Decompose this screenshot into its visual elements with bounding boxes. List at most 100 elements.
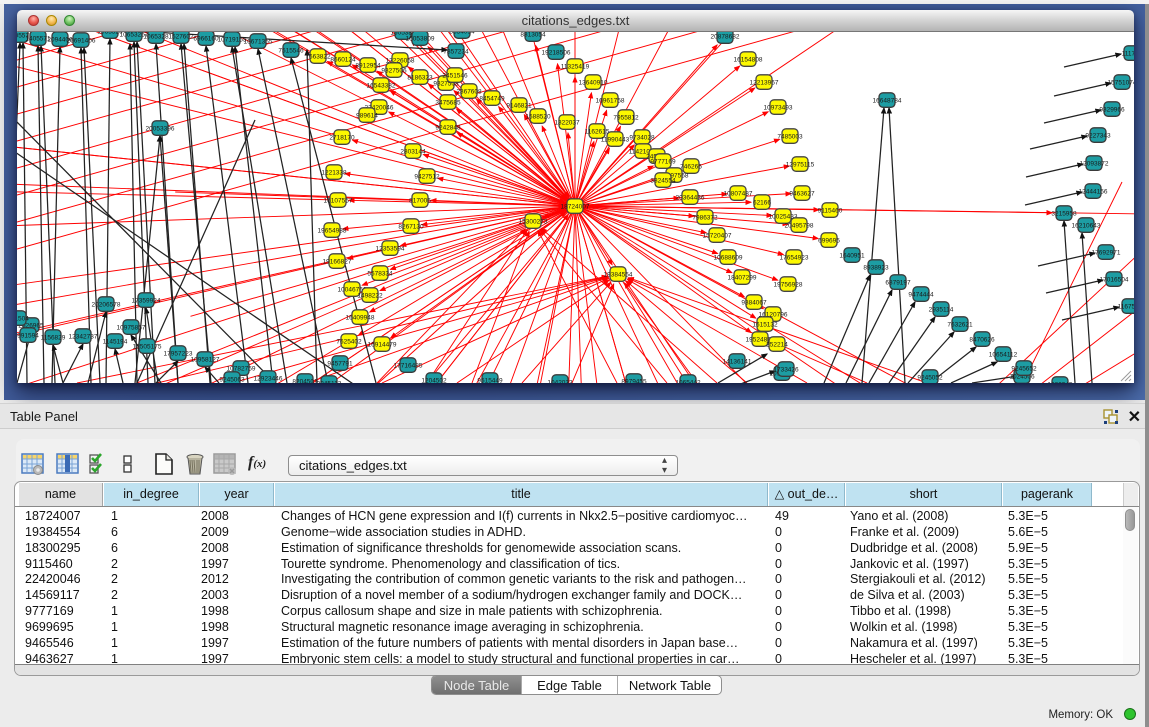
svg-text:10975857: 10975857: [117, 324, 146, 331]
svg-text:16914479: 16914479: [368, 341, 397, 348]
svg-text:10719155: 10719155: [218, 36, 247, 43]
svg-text:2718170: 2718170: [329, 134, 355, 141]
svg-text:16543382: 16543382: [367, 82, 396, 89]
svg-text:10807487: 10807487: [724, 190, 753, 197]
svg-text:1156829: 1156829: [41, 334, 66, 341]
svg-text:20878682: 20878682: [711, 33, 740, 40]
svg-text:20206578: 20206578: [92, 301, 121, 308]
svg-text:19654988: 19654988: [318, 227, 347, 234]
svg-text:7515546: 7515546: [278, 47, 304, 54]
svg-text:15751074: 15751074: [1108, 79, 1134, 86]
svg-text:8470626: 8470626: [969, 336, 995, 343]
svg-text:16671355: 16671355: [244, 38, 273, 45]
svg-text:2803144: 2803144: [400, 148, 426, 155]
svg-text:9245052: 9245052: [917, 374, 943, 381]
svg-text:1221338: 1221338: [321, 169, 347, 176]
svg-text:14136141: 14136141: [723, 358, 752, 365]
svg-text:981504: 981504: [17, 315, 29, 322]
svg-text:1145194: 1145194: [103, 338, 128, 345]
svg-text:15720407: 15720407: [703, 232, 732, 239]
svg-text:19218506: 19218506: [542, 49, 571, 56]
svg-text:12342737: 12342737: [69, 333, 98, 340]
svg-text:16409948: 16409948: [346, 314, 375, 321]
svg-text:20691406: 20691406: [67, 37, 96, 44]
svg-text:1620945: 1620945: [1047, 381, 1073, 383]
svg-text:9245113: 9245113: [317, 380, 342, 383]
svg-text:9777169: 9777169: [650, 158, 676, 165]
svg-text:20364436: 20364436: [676, 194, 705, 201]
svg-text:8912954: 8912954: [355, 62, 381, 69]
svg-text:2451546: 2451546: [442, 72, 468, 79]
svg-text:1042033: 1042033: [547, 379, 573, 383]
svg-text:18407299: 18407299: [728, 274, 757, 281]
svg-text:17359924: 17359924: [132, 297, 161, 304]
svg-text:8454749: 8454749: [479, 95, 505, 102]
svg-text:9515449: 9515449: [477, 377, 503, 383]
svg-text:17016504: 17016504: [1100, 276, 1129, 283]
svg-text:11990443: 11990443: [601, 136, 630, 143]
svg-text:19166827: 19166827: [323, 258, 352, 265]
svg-text:16154808: 16154808: [734, 56, 763, 63]
svg-text:9457791: 9457791: [327, 360, 353, 367]
svg-text:7857234: 7857234: [443, 48, 469, 55]
svg-text:3475685: 3475685: [435, 99, 461, 106]
svg-text:9245063: 9245063: [219, 376, 245, 383]
svg-text:8660124: 8660124: [330, 56, 356, 63]
svg-text:991594: 991594: [17, 332, 39, 339]
svg-text:9327506: 9327506: [381, 67, 407, 74]
svg-text:252214: 252214: [766, 341, 788, 348]
svg-text:746266: 746266: [680, 163, 702, 170]
svg-text:12505175: 12505175: [133, 343, 162, 350]
svg-text:16053809: 16053809: [406, 35, 435, 42]
svg-text:12213967: 12213967: [750, 79, 779, 86]
svg-text:19756928: 19756928: [774, 281, 803, 288]
svg-text:2367608: 2367608: [456, 88, 482, 95]
svg-text:7955812: 7955812: [613, 114, 639, 121]
svg-text:8267130: 8267130: [398, 223, 424, 230]
svg-text:20495798: 20495798: [785, 222, 814, 229]
svg-text:18724007: 18724007: [561, 203, 590, 210]
svg-text:7986372: 7986372: [692, 214, 718, 221]
svg-text:15300273: 15300273: [519, 218, 548, 225]
svg-text:8979455: 8979455: [621, 378, 647, 383]
svg-text:1615132: 1615132: [752, 321, 778, 328]
svg-text:9227343: 9227343: [1085, 132, 1111, 139]
svg-text:8204501: 8204501: [292, 378, 318, 383]
svg-text:16107557: 16107557: [324, 197, 353, 204]
svg-text:10973493: 10973493: [764, 104, 793, 111]
svg-text:699695: 699695: [818, 237, 840, 244]
svg-text:9384067: 9384067: [741, 299, 767, 306]
svg-text:16648784: 16648784: [873, 97, 902, 104]
svg-text:8813054: 8813054: [520, 32, 546, 38]
svg-text:9427512: 9427512: [414, 173, 440, 180]
svg-text:817006: 817006: [409, 197, 431, 204]
svg-text:9734028: 9734028: [629, 134, 655, 141]
svg-text:16210643: 16210643: [1072, 222, 1101, 229]
svg-text:7485003: 7485003: [777, 133, 803, 140]
svg-text:8834054: 8834054: [449, 32, 475, 35]
svg-text:6879197: 6879197: [885, 279, 911, 286]
svg-text:20053396: 20053396: [146, 125, 175, 132]
svg-text:1162615: 1162615: [585, 128, 610, 135]
svg-text:19384554: 19384554: [604, 271, 633, 278]
svg-text:9146821: 9146821: [506, 102, 532, 109]
svg-text:10958127: 10958127: [191, 356, 220, 363]
svg-text:8938923: 8938923: [863, 264, 889, 271]
svg-text:12353594: 12353594: [376, 245, 405, 252]
svg-text:9245652: 9245652: [1011, 365, 1037, 372]
svg-text:12093872: 12093872: [1080, 160, 1109, 167]
svg-text:111755: 111755: [1122, 50, 1134, 57]
svg-text:2935114: 2935114: [929, 306, 954, 313]
svg-text:1588520: 1588520: [525, 113, 551, 120]
svg-text:7663822: 7663822: [305, 53, 331, 60]
svg-text:3215958: 3215958: [1051, 210, 1077, 217]
svg-text:1733426: 1733426: [773, 366, 799, 373]
svg-text:17716485: 17716485: [394, 362, 423, 369]
svg-text:16961758: 16961758: [596, 97, 625, 104]
svg-text:62166: 62166: [753, 199, 771, 206]
svg-text:10688609: 10688609: [714, 254, 743, 261]
svg-text:17654923: 17654923: [780, 254, 809, 261]
svg-text:17957223: 17957223: [164, 350, 193, 357]
svg-text:17692971: 17692971: [1092, 249, 1121, 256]
svg-text:12444156: 12444156: [1079, 188, 1108, 195]
